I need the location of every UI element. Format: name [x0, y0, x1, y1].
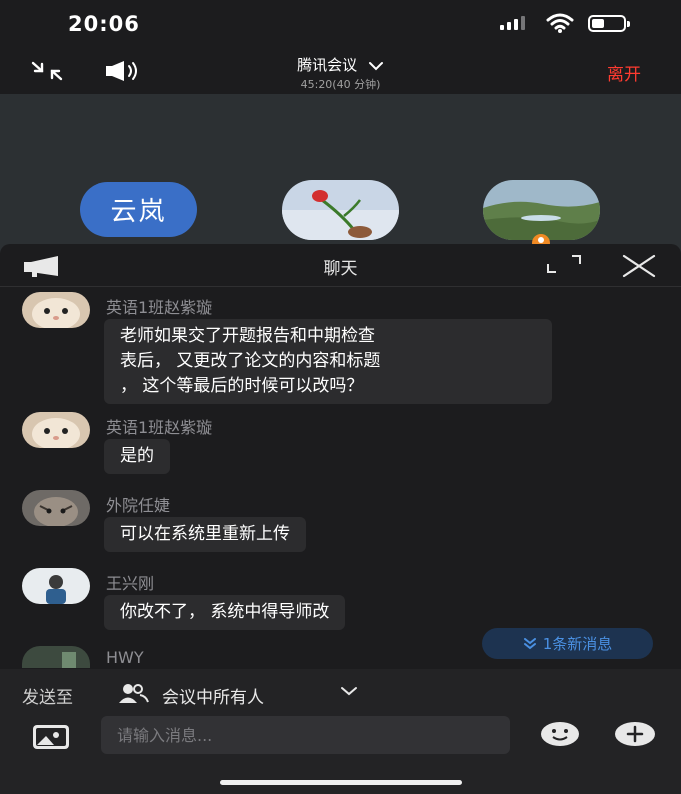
- send-to-target[interactable]: 会议中所有人: [162, 683, 264, 708]
- chat-header-divider: [0, 286, 681, 287]
- new-message-label: 1条新消息: [542, 635, 613, 653]
- cat-avatar-icon[interactable]: [22, 292, 90, 328]
- emoji-icon[interactable]: [540, 721, 580, 747]
- message-line: 老师如果交了开题报告和中期检查: [120, 326, 375, 346]
- message-bubble[interactable]: 你改不了， 系统中得导师改: [104, 595, 346, 630]
- battery-icon: [588, 15, 630, 32]
- status-bar: 20:06: [0, 0, 681, 48]
- chevron-down-icon[interactable]: [340, 685, 358, 697]
- expand-icon[interactable]: [546, 254, 582, 278]
- participant-tile-yunlan[interactable]: 云岚: [80, 182, 197, 237]
- message-bubble[interactable]: 可以在系统里重新上传: [104, 517, 306, 552]
- sender-name: 英语1班赵紫璇: [106, 298, 213, 317]
- message-line: ， 这个等最后的时候可以改吗？: [120, 376, 364, 396]
- home-indicator: [220, 780, 462, 785]
- leave-button[interactable]: 离开: [607, 60, 641, 85]
- new-message-badge[interactable]: 1条新消息: [482, 628, 653, 659]
- sender-name: HWY: [106, 648, 144, 667]
- image-icon[interactable]: [32, 724, 70, 750]
- message-line: 是的: [120, 446, 154, 466]
- sender-name: 英语1班赵紫璇: [106, 418, 213, 437]
- rose-avatar-icon[interactable]: [282, 180, 399, 240]
- status-time: 20:06: [68, 12, 140, 36]
- plus-icon[interactable]: [614, 721, 656, 747]
- double-chevron-down-icon: [523, 637, 536, 649]
- meeting-title[interactable]: 腾讯会议: [0, 54, 681, 75]
- message-bubble[interactable]: 老师如果交了开题报告和中期检查 表后， 又更改了论文的内容和标题 ， 这个等最后…: [104, 319, 552, 404]
- photo-avatar-icon[interactable]: [22, 646, 90, 668]
- meeting-top-bar: 腾讯会议 45:20(40 分钟) 离开: [0, 48, 681, 94]
- wifi-icon: [546, 13, 574, 33]
- send-to-label: 发送至: [22, 688, 73, 708]
- sender-name: 外院任婕: [106, 496, 171, 515]
- sender-name: 王兴刚: [106, 574, 155, 593]
- message-line: 你改不了， 系统中得导师改: [120, 602, 330, 622]
- person-avatar-icon[interactable]: [22, 568, 90, 604]
- cellular-signal-icon: [500, 16, 525, 30]
- composer: 发送至 会议中所有人: [0, 669, 681, 794]
- chevron-down-icon: [368, 61, 383, 70]
- message-input[interactable]: [101, 716, 510, 754]
- message-line: 可以在系统里重新上传: [120, 524, 290, 544]
- people-icon: [119, 684, 149, 703]
- landscape-avatar-icon[interactable]: [483, 180, 600, 240]
- tabby-cat-avatar-icon[interactable]: [22, 490, 90, 526]
- message-bubble[interactable]: 是的: [104, 439, 170, 474]
- cat-avatar-icon[interactable]: [22, 412, 90, 448]
- chat-panel: 聊天 英语1班赵紫璇 老师如果交了开题报告和中期检查 表后， 又更改了论文的内容…: [0, 244, 681, 794]
- meeting-elapsed-time: 45:20(40 分钟): [300, 78, 381, 91]
- close-icon[interactable]: [622, 254, 656, 278]
- meeting-title-label: 腾讯会议: [297, 56, 358, 74]
- video-grid: 云岚: [0, 94, 681, 254]
- message-line: 表后， 又更改了论文的内容和标题: [120, 351, 381, 371]
